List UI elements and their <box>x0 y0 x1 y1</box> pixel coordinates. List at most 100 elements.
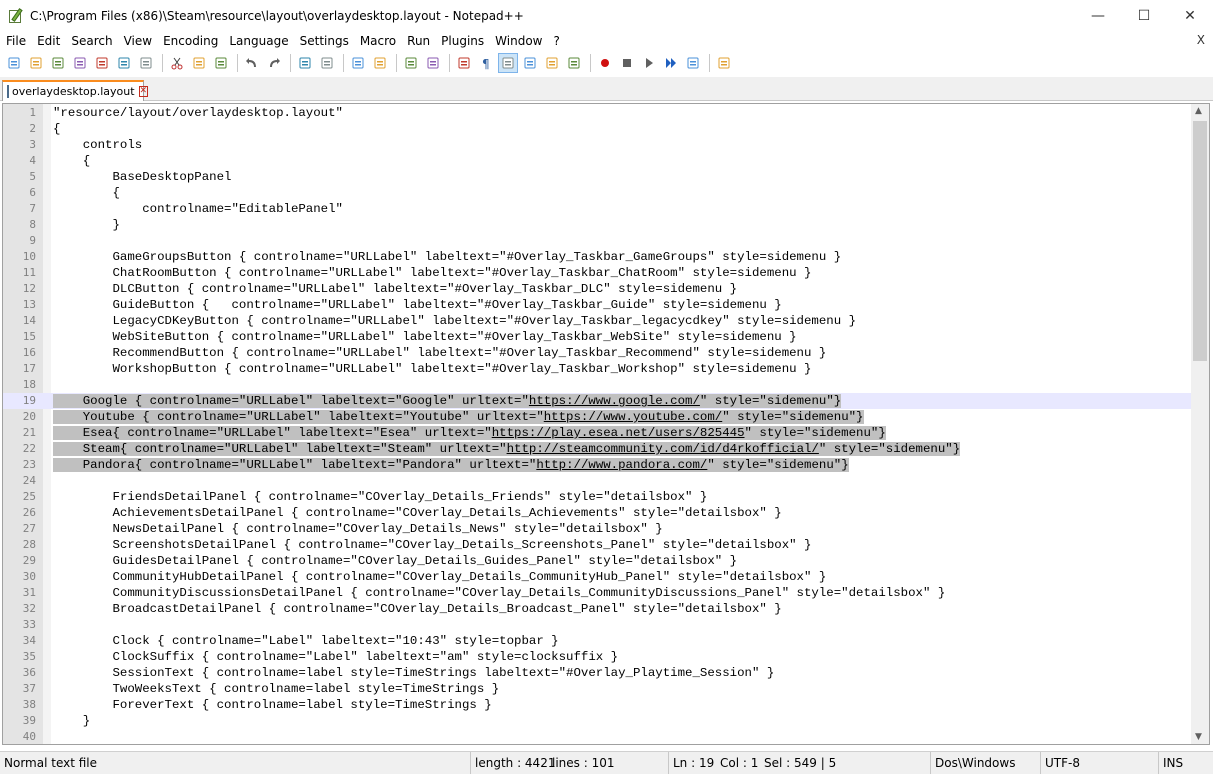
code-line[interactable]: 2{ <box>3 121 1191 137</box>
code-line[interactable]: 20 Youtube { controlname="URLLabel" labe… <box>3 409 1191 425</box>
code-line[interactable]: 35 ClockSuffix { controlname="Label" lab… <box>3 649 1191 665</box>
replace-button[interactable] <box>317 53 337 73</box>
play-macro-button[interactable] <box>639 53 659 73</box>
status-encoding[interactable]: UTF-8 <box>1040 752 1158 774</box>
sync-horizontal-button[interactable] <box>423 53 443 73</box>
word-wrap-button[interactable] <box>454 53 474 73</box>
code-line[interactable]: 3 controls <box>3 137 1191 153</box>
stop-record-button[interactable] <box>617 53 637 73</box>
sync-vertical-button[interactable] <box>401 53 421 73</box>
code-line[interactable]: 5 BaseDesktopPanel <box>3 169 1191 185</box>
editor[interactable]: 1 "resource/layout/overlaydesktop.layout"… <box>2 103 1210 745</box>
save-all-button[interactable] <box>70 53 90 73</box>
code-line[interactable]: 40 <box>3 729 1191 744</box>
close-tab-icon[interactable]: ✕ <box>138 86 149 97</box>
minimize-button[interactable]: — <box>1075 0 1121 31</box>
menu-run[interactable]: Run <box>401 34 435 48</box>
code-line[interactable]: 32 BroadcastDetailPanel { controlname="C… <box>3 601 1191 617</box>
copy-button[interactable] <box>189 53 209 73</box>
menu-window[interactable]: Window <box>489 34 547 48</box>
code-line[interactable]: 34 Clock { controlname="Label" labeltext… <box>3 633 1191 649</box>
code-line[interactable]: 16 RecommendButton { controlname="URLLab… <box>3 345 1191 361</box>
code-area[interactable]: 1 "resource/layout/overlaydesktop.layout"… <box>3 105 1191 744</box>
open-file-button[interactable] <box>26 53 46 73</box>
code-line[interactable]: 9 <box>3 233 1191 249</box>
code-line[interactable]: 38 ForeverText { controlname=label style… <box>3 697 1191 713</box>
code-line[interactable]: 14 LegacyCDKeyButton { controlname="URLL… <box>3 313 1191 329</box>
code-line[interactable]: 37 TwoWeeksText { controlname=label styl… <box>3 681 1191 697</box>
status-eol[interactable]: Dos\Windows <box>930 752 1040 774</box>
code-line[interactable]: 28 ScreenshotsDetailPanel { controlname=… <box>3 537 1191 553</box>
paste-button[interactable] <box>211 53 231 73</box>
code-line[interactable]: 10 GameGroupsButton { controlname="URLLa… <box>3 249 1191 265</box>
close-all-button[interactable] <box>114 53 134 73</box>
menu-macro[interactable]: Macro <box>354 34 401 48</box>
code-line[interactable]: 29 GuidesDetailPanel { controlname="COve… <box>3 553 1191 569</box>
show-all-chars-button[interactable]: ¶ <box>476 53 496 73</box>
code-line[interactable]: 39 } <box>3 713 1191 729</box>
code-line[interactable]: 17 WorkshopButton { controlname="URLLabe… <box>3 361 1191 377</box>
print-button[interactable] <box>136 53 156 73</box>
menu-encoding[interactable]: Encoding <box>157 34 223 48</box>
menu-file[interactable]: File <box>0 34 31 48</box>
close-document-button[interactable]: X <box>1197 33 1205 47</box>
new-file-button[interactable] <box>4 53 24 73</box>
menu-language[interactable]: Language <box>223 34 293 48</box>
code-line[interactable]: 30 CommunityHubDetailPanel { controlname… <box>3 569 1191 585</box>
redo-button[interactable] <box>264 53 284 73</box>
menu-search[interactable]: Search <box>65 34 117 48</box>
code-line[interactable]: 18 <box>3 377 1191 393</box>
line-text: Steam{ controlname="URLLabel" labeltext=… <box>53 442 961 456</box>
code-line[interactable]: 13 GuideButton { controlname="URLLabel" … <box>3 297 1191 313</box>
undo-button[interactable] <box>242 53 262 73</box>
code-line[interactable]: 31 CommunityDiscussionsDetailPanel { con… <box>3 585 1191 601</box>
code-line[interactable]: 7 controlname="EditablePanel" <box>3 201 1191 217</box>
find-button[interactable] <box>295 53 315 73</box>
zoom-out-button[interactable] <box>370 53 390 73</box>
indent-guide-button[interactable] <box>498 53 518 73</box>
folder-workspace-icon <box>568 57 580 69</box>
doc-map-button[interactable] <box>520 53 540 73</box>
code-line[interactable]: 4 { <box>3 153 1191 169</box>
menu-edit[interactable]: Edit <box>31 34 65 48</box>
code-line[interactable]: 25 FriendsDetailPanel { controlname="COv… <box>3 489 1191 505</box>
menu-view[interactable]: View <box>118 34 157 48</box>
save-button[interactable] <box>48 53 68 73</box>
code-line[interactable]: 11 ChatRoomButton { controlname="URLLabe… <box>3 265 1191 281</box>
code-line[interactable]: 36 SessionText { controlname=label style… <box>3 665 1191 681</box>
code-line[interactable]: 8 } <box>3 217 1191 233</box>
maximize-button[interactable]: ☐ <box>1121 0 1167 31</box>
cut-button[interactable] <box>167 53 187 73</box>
tab-overlaydesktop[interactable]: overlaydesktop.layout ✕ <box>2 80 149 101</box>
code-line[interactable]: 1 "resource/layout/overlaydesktop.layout" <box>3 105 1191 121</box>
close-window-button[interactable]: ✕ <box>1167 0 1213 31</box>
save-macro-button[interactable] <box>683 53 703 73</box>
code-line[interactable]: 26 AchievementsDetailPanel { controlname… <box>3 505 1191 521</box>
scroll-up-icon[interactable]: ▲ <box>1195 106 1202 116</box>
code-line[interactable]: 22 Steam{ controlname="URLLabel" labelte… <box>3 441 1191 457</box>
menu-plugins[interactable]: Plugins <box>435 34 489 48</box>
code-line[interactable]: 6 { <box>3 185 1191 201</box>
scroll-down-icon[interactable]: ▼ <box>1195 732 1202 742</box>
folder-workspace-button[interactable] <box>564 53 584 73</box>
code-line[interactable]: 12 DLCButton { controlname="URLLabel" la… <box>3 281 1191 297</box>
code-line[interactable]: 27 NewsDetailPanel { controlname="COverl… <box>3 521 1191 537</box>
scrollbar-thumb[interactable] <box>1193 121 1207 361</box>
zoom-in-button[interactable] <box>348 53 368 73</box>
code-line[interactable]: 21 Esea{ controlname="URLLabel" labeltex… <box>3 425 1191 441</box>
vertical-scrollbar[interactable]: ▲ ▼ <box>1191 104 1209 744</box>
code-line[interactable]: 23 Pandora{ controlname="URLLabel" label… <box>3 457 1191 473</box>
line-number: 34 <box>22 634 36 647</box>
menu-help[interactable]: ? <box>547 34 564 48</box>
record-macro-button[interactable] <box>595 53 615 73</box>
code-line[interactable]: 24 <box>3 473 1191 489</box>
close-button[interactable] <box>92 53 112 73</box>
code-line[interactable]: 19 Google { controlname="URLLabel" label… <box>3 393 1191 409</box>
run-macro-multiple-button[interactable] <box>661 53 681 73</box>
menu-settings[interactable]: Settings <box>294 34 354 48</box>
monitoring-button[interactable] <box>714 53 734 73</box>
line-text: } <box>53 218 120 232</box>
function-list-button[interactable] <box>542 53 562 73</box>
code-line[interactable]: 15 WebSiteButton { controlname="URLLabel… <box>3 329 1191 345</box>
code-line[interactable]: 33 <box>3 617 1191 633</box>
